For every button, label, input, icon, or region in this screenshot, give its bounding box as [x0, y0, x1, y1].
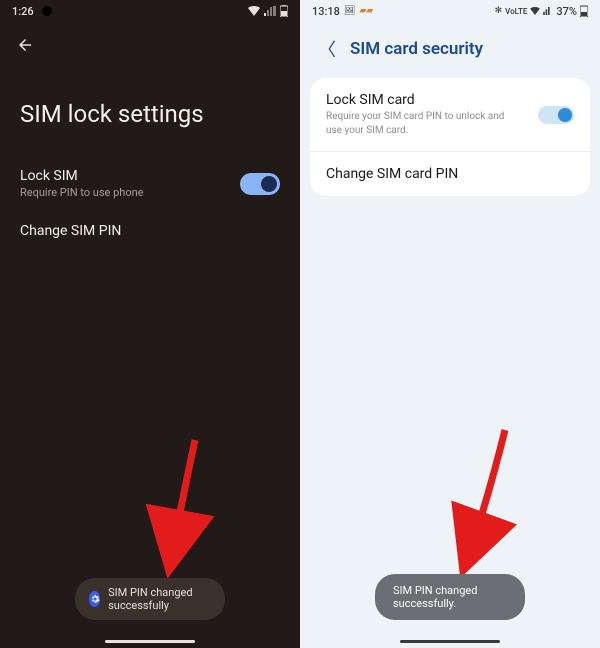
lock-sim-subtitle: Require PIN to use phone: [20, 186, 144, 199]
header: [0, 22, 300, 58]
change-pin-row[interactable]: Change SIM card PIN: [310, 151, 590, 196]
navigation-bar[interactable]: [105, 640, 195, 643]
settings-icon: [89, 591, 100, 607]
lock-sim-label: Lock SIM card: [326, 92, 516, 108]
toast-text: SIM PIN changed successfully: [108, 586, 211, 612]
wifi-icon: [530, 7, 540, 15]
header: 〈 SIM card security: [300, 22, 600, 72]
toast: SIM PIN changed successfully: [75, 578, 225, 620]
status-time: 1:26: [12, 5, 34, 18]
status-bar: 1:26: [0, 0, 300, 22]
camera-notch: [42, 6, 52, 16]
lock-sim-row[interactable]: Lock SIM Require PIN to use phone: [0, 156, 300, 211]
change-pin-row[interactable]: Change SIM PIN: [0, 211, 300, 251]
page-title: SIM card security: [350, 39, 483, 59]
change-pin-label: Change SIM PIN: [20, 223, 121, 239]
lock-sim-subtitle: Require your SIM card PIN to unlock and …: [326, 110, 516, 137]
toast: SIM PIN changed successfully.: [375, 574, 525, 620]
lock-sim-label: Lock SIM: [20, 168, 144, 184]
status-time: 13:18: [312, 5, 340, 18]
signal-icon: [264, 6, 276, 16]
lock-sim-row[interactable]: Lock SIM card Require your SIM card PIN …: [310, 78, 590, 151]
battery-icon: [580, 5, 588, 17]
phone-samsung: 13:18 🖼 ▰▰ ✻ VoLTE 37% 〈 SIM card securi…: [300, 0, 600, 648]
back-chevron-icon[interactable]: 〈: [318, 36, 336, 62]
lock-sim-toggle[interactable]: [538, 106, 574, 124]
battery-percent: 37%: [556, 5, 577, 18]
phone-pixel: 1:26 SIM lock settings Lock SIM Require …: [0, 0, 300, 648]
status-bar: 13:18 🖼 ▰▰ ✻ VoLTE 37%: [300, 0, 600, 22]
settings-card: Lock SIM card Require your SIM card PIN …: [310, 78, 590, 196]
lock-sim-toggle[interactable]: [240, 173, 280, 195]
toast-text: SIM PIN changed successfully.: [393, 584, 507, 610]
page-title: SIM lock settings: [0, 58, 300, 156]
signal-icon: [543, 7, 553, 15]
change-pin-label: Change SIM card PIN: [326, 166, 458, 182]
navigation-bar[interactable]: [400, 640, 500, 643]
back-arrow-icon[interactable]: [16, 36, 34, 54]
battery-icon: [280, 5, 288, 17]
wifi-icon: [248, 6, 260, 16]
annotation-arrow: [120, 430, 210, 584]
annotation-arrow: [430, 420, 520, 584]
